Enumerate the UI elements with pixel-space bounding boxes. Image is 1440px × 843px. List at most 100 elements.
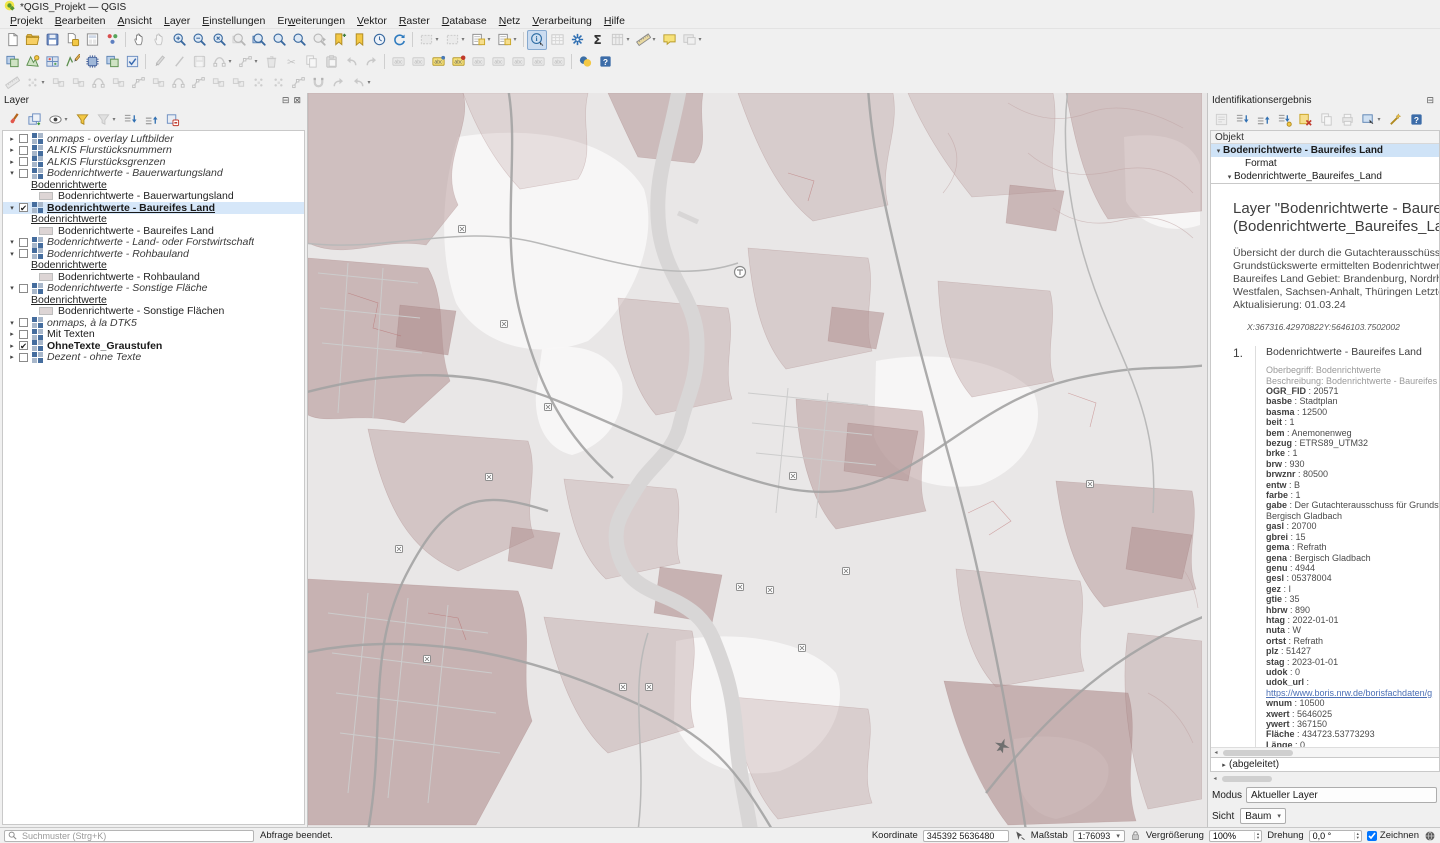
expand-arrow-icon[interactable]: ▾	[1225, 173, 1234, 181]
identify-settings-icon[interactable]	[1385, 109, 1405, 129]
map-canvas[interactable]	[308, 93, 1208, 827]
remove-layer-icon[interactable]	[162, 109, 182, 129]
layer-item[interactable]: ▸ALKIS Flurstücksgrenzen	[3, 156, 304, 168]
new-virtual-layer-icon[interactable]	[102, 51, 122, 71]
zoom-last-icon[interactable]	[289, 30, 309, 50]
refresh-map-icon[interactable]	[389, 30, 409, 50]
new-shapefile-layer-icon[interactable]	[62, 51, 82, 71]
sicht-combobox[interactable]: Baum ▾	[1240, 808, 1286, 824]
expand-arrow-icon[interactable]: ▾	[7, 284, 17, 292]
menu-item-raster[interactable]: Raster	[393, 14, 436, 28]
render-checkbox-row[interactable]: Zeichnen	[1367, 830, 1419, 841]
render-checkbox[interactable]	[1367, 831, 1377, 841]
crs-globe-icon[interactable]	[1424, 830, 1436, 842]
layer-visibility-checkbox[interactable]	[19, 146, 28, 155]
statistical-summary-icon[interactable]: Σ	[587, 30, 607, 50]
collapse-all-icon[interactable]	[141, 109, 161, 129]
new-bookmark-icon[interactable]	[329, 30, 349, 50]
layer-visibility-checkbox[interactable]	[19, 284, 28, 293]
rotation-input[interactable]	[1310, 831, 1354, 841]
magnifier-spinner[interactable]: ▴▾	[1209, 830, 1262, 842]
expand-arrow-icon[interactable]: ▸	[7, 158, 17, 166]
extent-toggle-icon[interactable]	[1014, 830, 1026, 842]
rotation-spinner[interactable]: ▴▾	[1309, 830, 1362, 842]
legend-group-label[interactable]: Bodenrichtwerte	[3, 179, 304, 191]
layer-item[interactable]: ▾Bodenrichtwerte - Land- oder Forstwirts…	[3, 237, 304, 249]
expand-arrow-icon[interactable]: ▾	[7, 319, 17, 327]
manage-map-themes-icon[interactable]	[45, 109, 71, 129]
modus-combobox[interactable]: Aktueller Layer	[1246, 787, 1437, 803]
collapse-tree-icon[interactable]	[1253, 109, 1273, 129]
expand-arrow-icon[interactable]: ▾	[7, 238, 17, 246]
expand-arrow-icon[interactable]: ▾	[7, 250, 17, 258]
zoom-native-icon[interactable]	[269, 30, 289, 50]
zoom-in-icon[interactable]	[169, 30, 189, 50]
layer-item[interactable]: ▾Bodenrichtwerte - Bauerwartungsland	[3, 168, 304, 180]
magnifier-input[interactable]	[1210, 831, 1254, 841]
expand-arrow-icon[interactable]: ▾	[7, 204, 17, 212]
scrollbar-thumb[interactable]	[1222, 776, 1272, 782]
layers-panel-close-icon[interactable]: ⊠	[291, 95, 303, 106]
legend-swatch-row[interactable]: Bodenrichtwerte - Sonstige Flächen	[3, 306, 304, 318]
layer-item[interactable]: ▾Bodenrichtwerte - Sonstige Fläche	[3, 283, 304, 295]
select-by-value-icon[interactable]	[494, 30, 520, 50]
identify-tree-row[interactable]: ▾Bodenrichtwerte - Baureifes Land	[1211, 144, 1439, 157]
expand-tree-icon[interactable]	[1232, 109, 1252, 129]
layer-item[interactable]: ▾Bodenrichtwerte - Rohbauland	[3, 248, 304, 260]
temporal-controller-icon[interactable]	[369, 30, 389, 50]
expand-arrow-icon[interactable]: ▸	[1219, 761, 1229, 769]
add-group-icon[interactable]	[24, 109, 44, 129]
search-input[interactable]	[20, 830, 250, 842]
scroll-left-icon[interactable]: ◂	[1210, 775, 1220, 782]
expand-arrow-icon[interactable]: ▸	[7, 135, 17, 143]
layer-visibility-checkbox[interactable]	[19, 157, 28, 166]
spinner-arrows-icon[interactable]: ▴▾	[1354, 832, 1361, 840]
legend-group-label[interactable]: Bodenrichtwerte	[3, 214, 304, 226]
menu-item-layer[interactable]: Layer	[158, 14, 196, 28]
identify-mode-icon[interactable]	[1358, 109, 1384, 129]
scrollbar-thumb[interactable]	[1223, 750, 1293, 756]
layer-capabilities-icon[interactable]	[122, 51, 142, 71]
zoom-full-icon[interactable]	[209, 30, 229, 50]
layer-visibility-checkbox[interactable]	[19, 249, 28, 258]
show-bookmarks-icon[interactable]	[349, 30, 369, 50]
select-by-form-icon[interactable]	[468, 30, 494, 50]
spinner-arrows-icon[interactable]: ▴▾	[1254, 832, 1261, 840]
menu-item-hilfe[interactable]: Hilfe	[598, 14, 631, 28]
toggle-display-labels-icon[interactable]: abc	[448, 51, 468, 71]
legend-swatch-row[interactable]: Bodenrichtwerte - Bauerwartungsland	[3, 191, 304, 203]
scroll-left-icon[interactable]: ◂	[1211, 749, 1221, 756]
menu-item-vektor[interactable]: Vektor	[351, 14, 393, 28]
pan-map-icon[interactable]	[129, 30, 149, 50]
layer-item[interactable]: ▸✔OhneTexte_Graustufen	[3, 340, 304, 352]
layer-item[interactable]: ▸Dezent - ohne Texte	[3, 352, 304, 364]
open-layer-styling-icon[interactable]	[3, 109, 23, 129]
help-contents-icon[interactable]: ?	[595, 51, 615, 71]
filter-legend-icon[interactable]	[72, 109, 92, 129]
identify-tree-row[interactable]: Format	[1211, 157, 1439, 170]
expand-arrow-icon[interactable]: ▸	[7, 330, 17, 338]
layer-visibility-checkbox[interactable]	[19, 169, 28, 178]
layer-item[interactable]: ▸Mit Texten	[3, 329, 304, 341]
layer-visibility-checkbox[interactable]	[19, 134, 28, 143]
zoom-out-icon[interactable]	[189, 30, 209, 50]
new-project-icon[interactable]	[2, 30, 22, 50]
menu-item-netz[interactable]: Netz	[493, 14, 527, 28]
legend-swatch-row[interactable]: Bodenrichtwerte - Rohbauland	[3, 271, 304, 283]
layer-visibility-checkbox[interactable]	[19, 330, 28, 339]
scale-combobox[interactable]: 1:76093 ▾	[1073, 830, 1125, 842]
locator-search[interactable]	[4, 830, 254, 842]
menu-item-ansicht[interactable]: Ansicht	[112, 14, 158, 28]
new-print-layout-icon[interactable]	[82, 30, 102, 50]
expand-arrow-icon[interactable]: ▾	[1214, 147, 1223, 155]
layer-item[interactable]: ▸ALKIS Flurstücksnummern	[3, 145, 304, 157]
legend-group-label[interactable]: Bodenrichtwerte	[3, 294, 304, 306]
coordinate-input[interactable]	[923, 830, 1009, 842]
menu-item-bearbeiten[interactable]: Bearbeiten	[49, 14, 112, 28]
expand-arrow-icon[interactable]: ▸	[7, 146, 17, 154]
legend-group-label[interactable]: Bodenrichtwerte	[3, 260, 304, 272]
expand-arrow-icon[interactable]: ▸	[7, 342, 17, 350]
expand-arrow-icon[interactable]: ▾	[7, 169, 17, 177]
menu-item-verarbeitung[interactable]: Verarbeitung	[526, 14, 598, 28]
style-manager-icon[interactable]	[102, 30, 122, 50]
